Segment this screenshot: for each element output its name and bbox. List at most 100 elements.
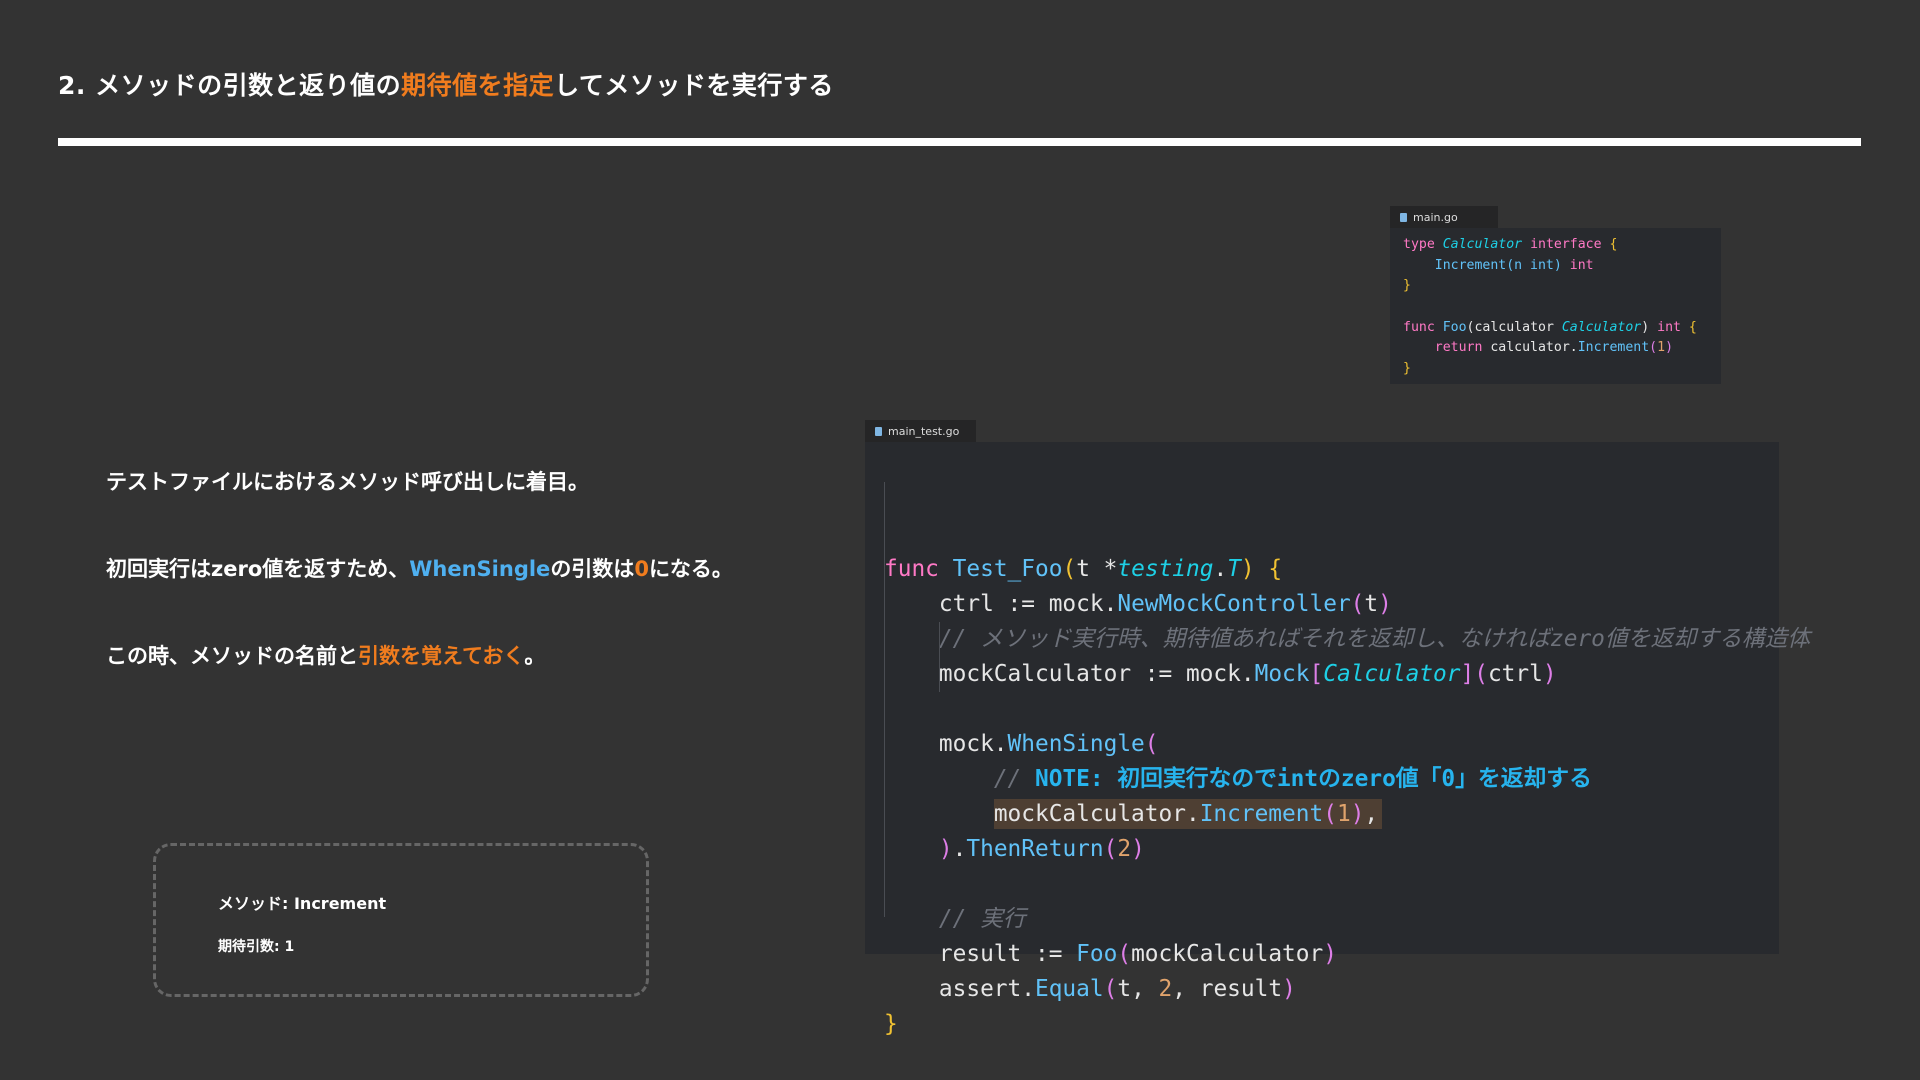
go-file-icon (1400, 212, 1407, 222)
description-whensingle-highlight: WhenSingle (409, 557, 551, 581)
method-name: Increment (1577, 340, 1650, 356)
bracket: ] (1460, 661, 1475, 687)
main-go-code: type Calculator interface { Increment(n … (1390, 228, 1721, 384)
paren: ( (1350, 591, 1365, 617)
paren: ) (1665, 340, 1674, 356)
paren: ) (1378, 591, 1392, 617)
brace: { (1609, 237, 1618, 252)
function-name: Mock (1254, 661, 1310, 687)
title-highlight: 期待値を指定 (401, 71, 555, 100)
comma: , (1172, 976, 1186, 1002)
params: ) (1641, 319, 1650, 335)
note-method: メソッド: Increment (218, 894, 387, 913)
note-expected-arg: 期待引数: 1 (218, 939, 295, 955)
code-line: // NOTE: 初回実行なのでintのzero値「0」を返却する (884, 762, 1779, 797)
identifier: assert. (938, 976, 1035, 1002)
main-go-tab[interactable]: main.go (1390, 206, 1498, 228)
number: 2 (1158, 976, 1173, 1002)
keyword: return (1434, 340, 1483, 356)
method-name: Increment (1199, 801, 1324, 827)
code-line: ctrl := mock.NewMockController(t) (884, 587, 1779, 622)
paren: ) (1131, 836, 1145, 862)
identifier: mockCalculator. (993, 801, 1200, 827)
type-name: Calculator (1323, 661, 1461, 687)
params: (calculator (1466, 319, 1562, 335)
code-comment: // (993, 766, 1035, 792)
code-line: } (1403, 359, 1721, 380)
main-test-go-tab-label: main_test.go (888, 424, 960, 438)
argument: mockCalculator (1131, 941, 1324, 967)
description-line-2-text-3: になる。 (648, 557, 733, 581)
code-line: } (884, 1007, 1779, 1042)
code-line: mockCalculator := mock.Mock[Calculator](… (884, 657, 1779, 692)
description-line-3-text-1: この時、メソッドの名前と (106, 644, 358, 668)
description-zero-highlight: 0 (634, 557, 649, 581)
paren: ) (1542, 661, 1557, 687)
package-name: testing (1117, 556, 1214, 582)
keyword: type (1403, 237, 1435, 252)
title-part-1: 2. メソッドの引数と返り値の (58, 71, 402, 100)
paren: ( (1144, 731, 1159, 757)
description-line-3-text-2: 。 (524, 644, 546, 668)
description-line-3: この時、メソッドの名前と引数を覚えておく。 (106, 640, 545, 670)
description-line-2-text-2: の引数は (550, 557, 635, 581)
code-comment-note: NOTE: 初回実行なのでintのzero値「0」を返却する (1035, 766, 1592, 792)
keyword: func (1403, 319, 1435, 335)
statement: mockCalculator := mock. (938, 661, 1255, 687)
paren: ( (1117, 941, 1132, 967)
bracket: [ (1309, 661, 1324, 687)
number: 1 (1336, 801, 1351, 827)
params: (n int) (1506, 257, 1562, 273)
type-name: T (1227, 556, 1241, 582)
code-line: ).ThenReturn(2) (884, 832, 1779, 867)
method-name: Increment (1434, 257, 1507, 273)
main-test-go-code: func Test_Foo(t *testing.T) { ctrl := mo… (865, 442, 1810, 1037)
keyword: int (1569, 257, 1594, 273)
brace: } (884, 1011, 898, 1037)
keyword: func (884, 556, 939, 582)
code-line: } (1403, 276, 1721, 297)
paren: ) (1350, 801, 1365, 827)
identifier: calculator. (1490, 340, 1578, 356)
code-comment: // メソッド実行時、期待値あればそれを返却し、なければzero値を返却する構造… (938, 626, 1811, 652)
code-line: // メソッド実行時、期待値あればそれを返却し、なければzero値を返却する構造… (884, 622, 1810, 657)
keyword: interface (1530, 237, 1602, 252)
paren: ) (938, 836, 953, 862)
argument: result (1199, 976, 1283, 1002)
description-line-1: テストファイルにおけるメソッド呼び出しに着目。 (106, 470, 589, 494)
function-name: WhenSingle (1007, 731, 1145, 757)
description-args-highlight: 引数を覚えておく (358, 644, 525, 668)
code-line: // 実行 (884, 902, 1779, 937)
description-line-2-text-1: 初回実行はzero値を返すため、 (106, 557, 410, 581)
brace: } (1403, 278, 1411, 294)
argument: t, (1117, 976, 1159, 1002)
code-line: Increment(n int) int (1403, 256, 1721, 277)
paren: ( (1062, 556, 1077, 582)
type-name: Calculator (1561, 319, 1642, 335)
main-go-tab-label: main.go (1413, 210, 1458, 224)
code-line: func Test_Foo(t *testing.T) { (884, 552, 1779, 587)
keyword: int (1657, 319, 1681, 335)
function-name: Foo (1076, 941, 1118, 967)
type-name: Calculator (1442, 237, 1523, 252)
code-comment: // 実行 (938, 906, 1026, 932)
function-name: ThenReturn (966, 836, 1104, 862)
indent-guide (939, 622, 940, 692)
code-line: mock.WhenSingle( (884, 727, 1779, 762)
argument: t (1364, 591, 1379, 617)
dot: . (952, 836, 967, 862)
code-line: assert.Equal(t, 2, result) (884, 972, 1779, 1007)
main-test-go-tab[interactable]: main_test.go (865, 420, 976, 442)
title-divider (58, 138, 1861, 146)
code-line: type Calculator interface { (1403, 235, 1721, 256)
function-name: Test_Foo (952, 556, 1063, 582)
brace: } (1403, 361, 1411, 377)
indent-guide (884, 482, 885, 917)
paren: ( (1103, 976, 1118, 1002)
paren: ( (1649, 340, 1658, 356)
function-name: Equal (1034, 976, 1104, 1002)
paren: ( (1323, 801, 1337, 827)
code-line: result := Foo(mockCalculator) (884, 937, 1779, 972)
